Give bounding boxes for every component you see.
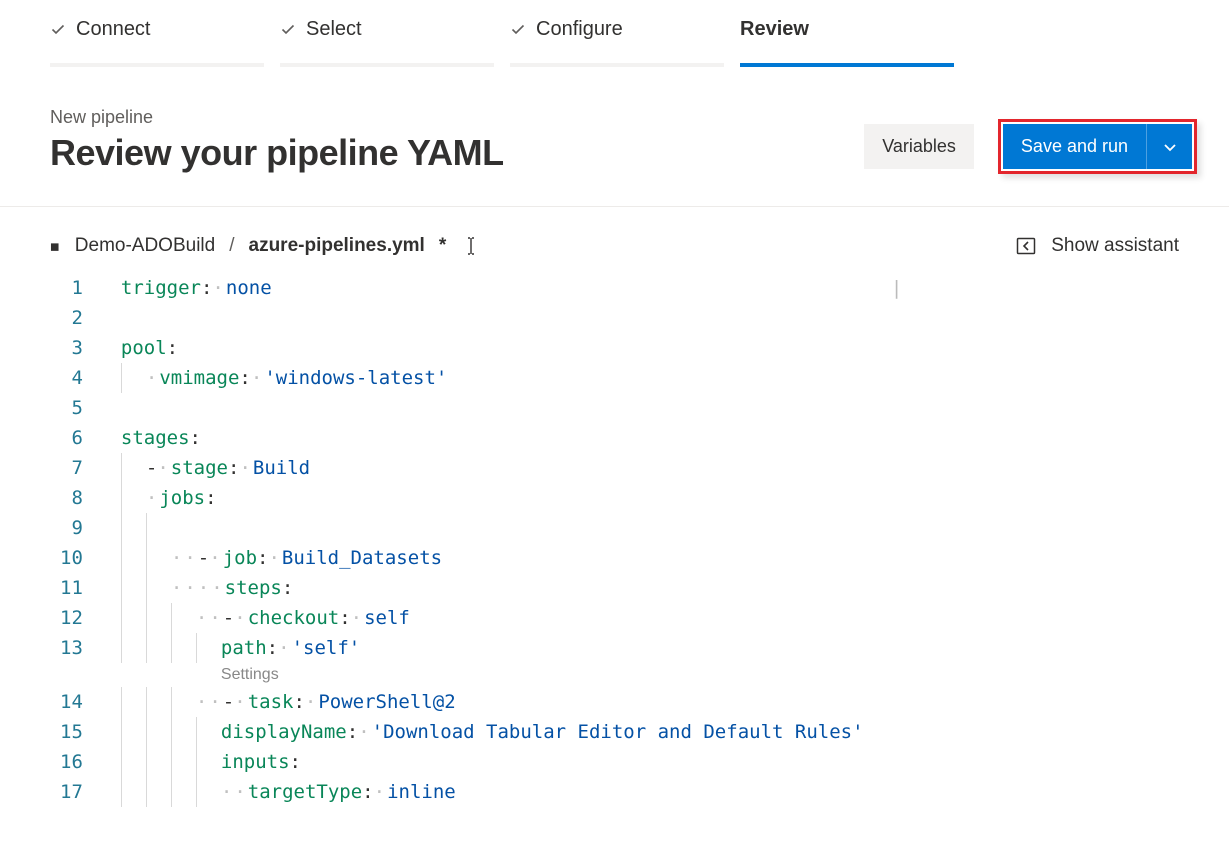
file-bar: ◆ Demo-ADOBuild / azure-pipelines.yml * …: [0, 207, 1229, 273]
page-header: New pipeline Review your pipeline YAML V…: [0, 67, 1229, 207]
yaml-editor[interactable]: 1 2 3 4 5 6 7 8 9 10 11 12 13 14 15 16 1…: [0, 273, 1229, 807]
save-and-run-dropdown[interactable]: [1146, 124, 1192, 169]
task-settings-hint[interactable]: Settings: [121, 663, 1229, 687]
code-line[interactable]: stages:: [121, 423, 1229, 453]
chevron-down-icon: [1162, 139, 1178, 155]
code-line[interactable]: ·jobs:: [121, 483, 1229, 513]
line-number: 4: [60, 363, 83, 393]
line-number: 3: [60, 333, 83, 363]
step-label: Configure: [536, 18, 623, 41]
code-line[interactable]: -·stage:·Build: [121, 453, 1229, 483]
save-and-run-button[interactable]: Save and run: [1003, 124, 1146, 169]
line-number: 14: [60, 687, 83, 717]
line-number: 17: [60, 777, 83, 807]
check-icon: [510, 22, 526, 38]
show-assistant-label: Show assistant: [1051, 235, 1179, 257]
line-number: 5: [60, 393, 83, 423]
line-number: 8: [60, 483, 83, 513]
code-line[interactable]: inputs:: [121, 747, 1229, 777]
code-line[interactable]: trigger:·none: [121, 273, 1229, 303]
line-number: 10: [60, 543, 83, 573]
step-configure[interactable]: Configure: [510, 18, 724, 67]
check-icon: [50, 22, 66, 38]
modified-indicator: *: [439, 235, 446, 257]
line-number: 13: [60, 633, 83, 663]
code-line[interactable]: ·vmimage:·'windows-latest': [121, 363, 1229, 393]
code-line[interactable]: displayName:·'Download Tabular Editor an…: [121, 717, 1229, 747]
code-line[interactable]: ····steps:: [121, 573, 1229, 603]
step-label: Select: [306, 18, 362, 41]
line-gutter: 1 2 3 4 5 6 7 8 9 10 11 12 13 14 15 16 1…: [60, 273, 121, 807]
line-number: 7: [60, 453, 83, 483]
code-line[interactable]: ··-·job:·Build_Datasets: [121, 543, 1229, 573]
code-line[interactable]: [121, 513, 1229, 543]
page-title: Review your pipeline YAML: [50, 132, 504, 174]
show-assistant-button[interactable]: Show assistant: [1015, 235, 1179, 257]
code-line[interactable]: [121, 303, 1229, 333]
code-line[interactable]: ··targetType:·inline: [121, 777, 1229, 807]
step-select[interactable]: Select: [280, 18, 494, 67]
step-connect[interactable]: Connect: [50, 18, 264, 67]
line-number: 6: [60, 423, 83, 453]
panel-collapse-icon: [1015, 235, 1037, 257]
step-review[interactable]: Review: [740, 18, 954, 67]
line-number: 1: [60, 273, 83, 303]
line-number: 9: [60, 513, 83, 543]
repo-name[interactable]: Demo-ADOBuild: [75, 235, 215, 257]
rename-icon[interactable]: [460, 235, 482, 257]
code-line[interactable]: ··-·task:·PowerShell@2: [121, 687, 1229, 717]
file-name[interactable]: azure-pipelines.yml: [249, 235, 425, 257]
code-line[interactable]: ··-·checkout:·self: [121, 603, 1229, 633]
step-label: Review: [740, 18, 809, 41]
code-line[interactable]: path:·'self': [121, 633, 1229, 663]
step-label: Connect: [76, 18, 151, 41]
header-subtitle: New pipeline: [50, 107, 504, 128]
breadcrumb-separator: /: [229, 235, 234, 257]
code-line[interactable]: pool:: [121, 333, 1229, 363]
line-number: 2: [60, 303, 83, 333]
check-icon: [280, 22, 296, 38]
save-and-run-group: Save and run: [998, 119, 1197, 174]
code-line[interactable]: [121, 393, 1229, 423]
line-number: 11: [60, 573, 83, 603]
line-number: 15: [60, 717, 83, 747]
variables-button[interactable]: Variables: [864, 124, 974, 169]
wizard-steps: Connect Select Configure Review: [0, 0, 1229, 67]
code-area[interactable]: | trigger:·none pool: ·vmimage:·'windows…: [121, 273, 1229, 807]
repo-icon: ◆: [46, 236, 66, 256]
breadcrumb: ◆ Demo-ADOBuild / azure-pipelines.yml *: [50, 235, 482, 257]
line-number: 16: [60, 747, 83, 777]
line-number: 12: [60, 603, 83, 633]
text-caret: |: [891, 273, 902, 303]
